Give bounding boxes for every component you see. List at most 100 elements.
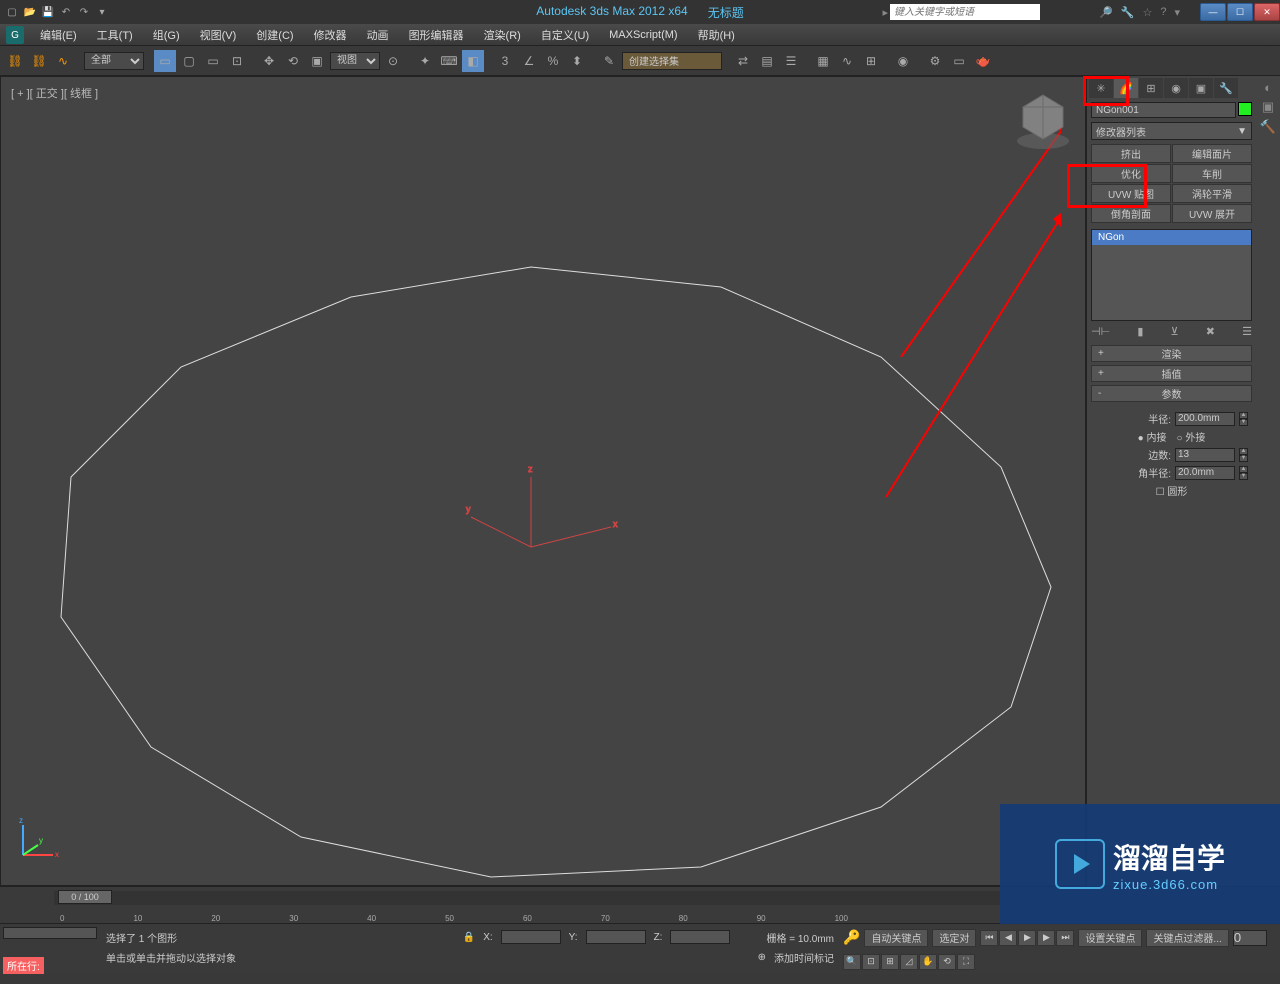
link-icon[interactable]: ⛓ xyxy=(4,50,26,72)
menu-rendering[interactable]: 渲染(R) xyxy=(474,27,531,43)
configure-sets-icon[interactable]: ☰ xyxy=(1242,325,1252,338)
mod-btn-extrude[interactable]: 挤出 xyxy=(1091,144,1171,163)
lock-selection-icon[interactable]: 🔒 xyxy=(463,932,475,943)
maximize-viewport-icon[interactable]: ⛶ xyxy=(957,954,975,970)
percent-snap-icon[interactable]: % xyxy=(542,50,564,72)
rotate-icon[interactable]: ⟲ xyxy=(282,50,304,72)
mod-btn-turbosmooth[interactable]: 涡轮平滑 xyxy=(1172,184,1252,203)
mod-btn-lathe[interactable]: 车削 xyxy=(1172,164,1252,183)
add-time-tag[interactable]: 添加时间标记 xyxy=(774,950,834,965)
viewport[interactable]: [ + ][ 正交 ][ 线框 ] z y x xyxy=(0,76,1086,886)
pin-stack-icon[interactable]: ⊣⊢ xyxy=(1091,325,1110,338)
stack-item-ngon[interactable]: NGon xyxy=(1092,230,1251,245)
qat-dropdown-icon[interactable]: ▾ xyxy=(94,4,110,20)
radius-spinner[interactable]: 200.0mm xyxy=(1175,412,1235,426)
menu-edit[interactable]: 编辑(E) xyxy=(30,27,87,43)
time-tag-icon[interactable]: ⊕ xyxy=(758,952,766,963)
pivot-icon[interactable]: ⊙ xyxy=(382,50,404,72)
next-frame-icon[interactable]: ▶ xyxy=(1037,930,1055,946)
tab-hierarchy-icon[interactable]: ⊞ xyxy=(1139,78,1163,98)
viewcube[interactable] xyxy=(1011,87,1075,151)
zoom-all-icon[interactable]: ⊡ xyxy=(862,954,880,970)
help-icon[interactable]: ? xyxy=(1160,6,1166,19)
binoculars-icon[interactable]: 🔎 xyxy=(1099,6,1113,19)
z-coord-input[interactable] xyxy=(670,930,730,944)
orbit-icon[interactable]: ⟲ xyxy=(938,954,956,970)
menu-group[interactable]: 组(G) xyxy=(143,27,190,43)
menu-create[interactable]: 创建(C) xyxy=(246,27,303,43)
scale-icon[interactable]: ▣ xyxy=(306,50,328,72)
y-coord-input[interactable] xyxy=(586,930,646,944)
key-filters-button[interactable]: 关键点过滤器... xyxy=(1146,929,1228,947)
mod-btn-bevelprofile[interactable]: 倒角剖面 xyxy=(1091,204,1171,223)
dropdown-icon[interactable]: ▾ xyxy=(1174,6,1180,19)
goto-start-icon[interactable]: ⏮ xyxy=(980,930,998,946)
unlink-icon[interactable]: ⛓ xyxy=(28,50,50,72)
edit-named-sel-icon[interactable]: ✎ xyxy=(598,50,620,72)
nav-tool-icon[interactable]: ▣ xyxy=(1262,99,1274,115)
curve-editor-icon[interactable]: ∿ xyxy=(836,50,858,72)
maxscript-listener-label[interactable]: 所在行: xyxy=(3,957,44,974)
remove-mod-icon[interactable]: ✖ xyxy=(1206,325,1215,338)
modifier-list-combo[interactable]: 修改器列表▼ xyxy=(1091,122,1252,140)
material-editor-icon[interactable]: ◉ xyxy=(892,50,914,72)
tab-utilities-icon[interactable]: 🔧 xyxy=(1214,78,1238,98)
nav-tool-icon[interactable]: ◐ xyxy=(1264,80,1272,95)
zoom-icon[interactable]: 🔍 xyxy=(843,954,861,970)
menu-animation[interactable]: 动画 xyxy=(357,27,399,43)
mod-btn-editpatch[interactable]: 编辑面片 xyxy=(1172,144,1252,163)
maximize-button[interactable]: ☐ xyxy=(1227,3,1253,21)
zoom-extents-icon[interactable]: ⊞ xyxy=(881,954,899,970)
play-icon[interactable]: ▶ xyxy=(1018,930,1036,946)
mod-btn-uvwmap[interactable]: UVW 贴图 xyxy=(1091,184,1171,203)
file-new-icon[interactable]: ▢ xyxy=(4,4,20,20)
rollout-parameters[interactable]: -参数 xyxy=(1091,385,1252,402)
menu-customize[interactable]: 自定义(U) xyxy=(531,27,599,43)
rollout-interpolation[interactable]: +插值 xyxy=(1091,365,1252,382)
render-frame-icon[interactable]: ▭ xyxy=(948,50,970,72)
menu-maxscript[interactable]: MAXScript(M) xyxy=(599,29,687,41)
file-save-icon[interactable]: 💾 xyxy=(40,4,56,20)
select-icon[interactable]: ▭ xyxy=(154,50,176,72)
object-color-swatch[interactable] xyxy=(1238,102,1252,116)
tab-modify-icon[interactable]: 🌈 xyxy=(1114,78,1138,98)
current-frame-input[interactable] xyxy=(1233,930,1267,946)
select-window-icon[interactable]: ⊡ xyxy=(226,50,248,72)
file-open-icon[interactable]: 📂 xyxy=(22,4,38,20)
make-unique-icon[interactable]: ⊻ xyxy=(1171,325,1179,338)
select-name-icon[interactable]: ▢ xyxy=(178,50,200,72)
key-mode-icon[interactable]: 🔑 xyxy=(843,929,860,946)
tab-create-icon[interactable]: ✳ xyxy=(1089,78,1113,98)
manipulate-icon[interactable]: ✦ xyxy=(414,50,436,72)
graphite-icon[interactable]: ▦ xyxy=(812,50,834,72)
selection-filter-combo[interactable]: 全部 xyxy=(84,52,144,70)
angle-snap-icon[interactable]: ∠ xyxy=(518,50,540,72)
tab-display-icon[interactable]: ▣ xyxy=(1189,78,1213,98)
key-icon[interactable]: 🔧 xyxy=(1121,6,1135,19)
star-icon[interactable]: ☆ xyxy=(1142,6,1152,19)
selection-lock-combo[interactable]: 选定对 xyxy=(932,929,976,947)
search-chevron-icon[interactable]: ▸ xyxy=(882,6,888,19)
help-search-input[interactable] xyxy=(890,4,1040,20)
menu-graph-editors[interactable]: 图形编辑器 xyxy=(399,27,474,43)
menu-help[interactable]: 帮助(H) xyxy=(688,27,745,43)
snap-3d-icon[interactable]: 3 xyxy=(494,50,516,72)
app-menu-icon[interactable]: G xyxy=(6,26,24,44)
render-icon[interactable]: 🫖 xyxy=(972,50,994,72)
minimize-button[interactable]: — xyxy=(1200,3,1226,21)
bind-icon[interactable]: ∿ xyxy=(52,50,74,72)
show-end-icon[interactable]: ▮ xyxy=(1137,325,1143,338)
goto-end-icon[interactable]: ⏭ xyxy=(1056,930,1074,946)
nav-tool-icon[interactable]: 🔨 xyxy=(1260,119,1276,135)
modifier-stack[interactable]: NGon xyxy=(1091,229,1252,321)
x-coord-input[interactable] xyxy=(501,930,561,944)
align-icon[interactable]: ▤ xyxy=(756,50,778,72)
pan-icon[interactable]: ✋ xyxy=(919,954,937,970)
mod-btn-optimize[interactable]: 优化 xyxy=(1091,164,1171,183)
prev-frame-icon[interactable]: ◀ xyxy=(999,930,1017,946)
field-of-view-icon[interactable]: ◿ xyxy=(900,954,918,970)
close-button[interactable]: ✕ xyxy=(1254,3,1280,21)
named-selection-combo[interactable]: 创建选择集 xyxy=(622,52,722,70)
menu-modifiers[interactable]: 修改器 xyxy=(304,27,357,43)
snap-toggle-icon[interactable]: ◧ xyxy=(462,50,484,72)
